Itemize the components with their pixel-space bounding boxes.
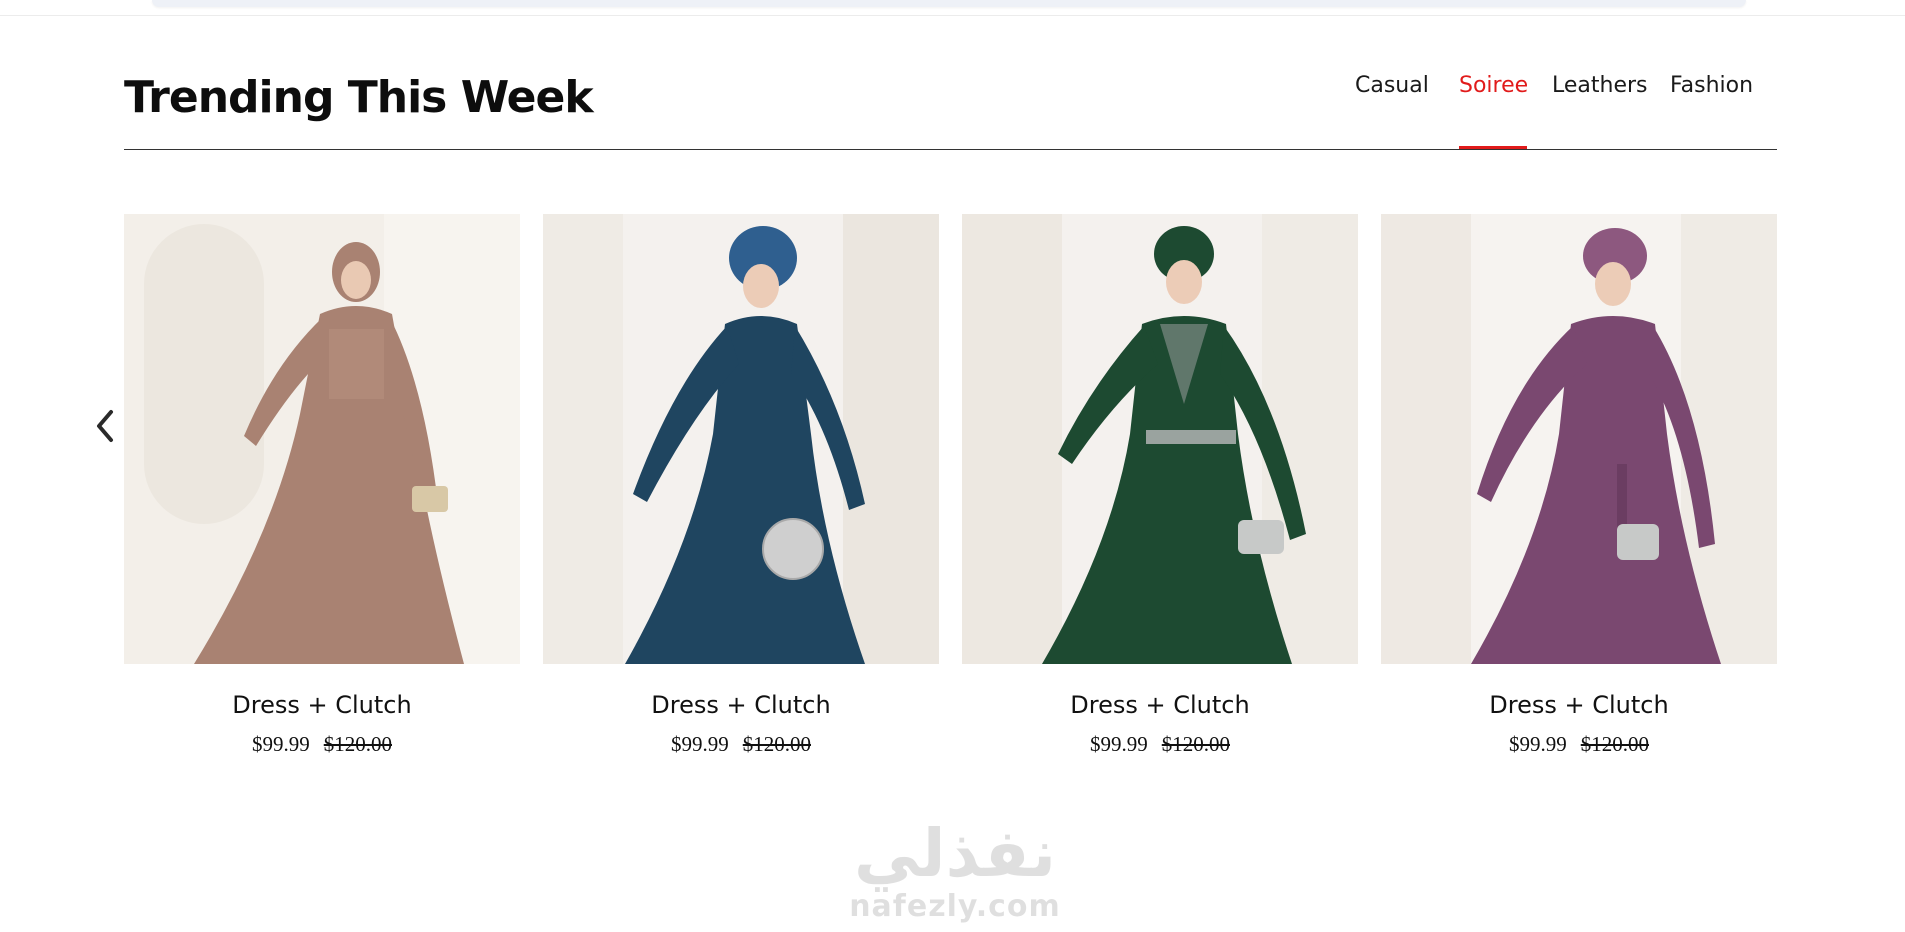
category-tabs: Casual Soiree Leathers Fashion <box>0 70 1905 150</box>
tab-soiree[interactable]: Soiree <box>1459 70 1528 150</box>
product-image[interactable] <box>543 214 939 664</box>
sale-price: $99.99 <box>1509 732 1567 756</box>
top-bar-edge <box>0 0 1905 16</box>
product-price: $99.99 $120.00 <box>543 732 939 757</box>
carousel-prev-button[interactable] <box>88 404 122 448</box>
product-price: $99.99 $120.00 <box>124 732 520 757</box>
product-card[interactable]: Dress + Clutch $99.99 $120.00 <box>543 214 939 757</box>
product-name[interactable]: Dress + Clutch <box>962 691 1358 719</box>
tab-fashion[interactable]: Fashion <box>1670 70 1753 150</box>
product-name[interactable]: Dress + Clutch <box>1381 691 1777 719</box>
sale-price: $99.99 <box>1090 732 1148 756</box>
watermark-arabic: نفذلي <box>854 815 1056 892</box>
original-price: $120.00 <box>1161 732 1230 756</box>
watermark: نفذلي nafezly.com <box>845 818 1065 932</box>
watermark-latin: nafezly.com <box>849 889 1061 924</box>
tab-casual[interactable]: Casual <box>1355 70 1429 150</box>
product-card[interactable]: Dress + Clutch $99.99 $120.00 <box>1381 214 1777 757</box>
original-price: $120.00 <box>1580 732 1649 756</box>
sale-price: $99.99 <box>671 732 729 756</box>
sale-price: $99.99 <box>252 732 310 756</box>
search-bar-edge[interactable] <box>152 0 1746 7</box>
product-image[interactable] <box>962 214 1358 664</box>
product-name[interactable]: Dress + Clutch <box>124 691 520 719</box>
chevron-left-icon <box>97 410 113 442</box>
product-price: $99.99 $120.00 <box>1381 732 1777 757</box>
product-image[interactable] <box>1381 214 1777 664</box>
original-price: $120.00 <box>742 732 811 756</box>
product-card[interactable]: Dress + Clutch $99.99 $120.00 <box>124 214 520 757</box>
product-image[interactable] <box>124 214 520 664</box>
product-price: $99.99 $120.00 <box>962 732 1358 757</box>
section-divider <box>124 149 1777 150</box>
tab-leathers[interactable]: Leathers <box>1552 70 1648 150</box>
product-card[interactable]: Dress + Clutch $99.99 $120.00 <box>962 214 1358 757</box>
product-name[interactable]: Dress + Clutch <box>543 691 939 719</box>
original-price: $120.00 <box>323 732 392 756</box>
